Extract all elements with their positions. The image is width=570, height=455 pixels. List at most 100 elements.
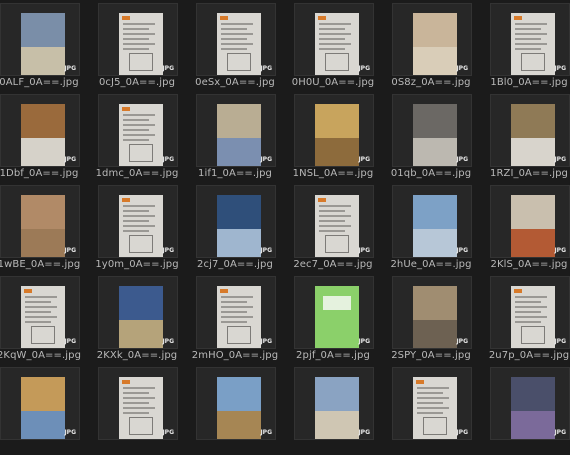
photo-region <box>511 377 555 412</box>
photo-region <box>413 195 457 230</box>
file-tile[interactable]: JPG 1if1_0A==.jpg <box>186 91 284 182</box>
doc-text-line <box>515 301 541 303</box>
doc-text-line <box>123 124 155 126</box>
thumbnail-frame: JPG <box>196 94 276 167</box>
photo-region <box>413 320 457 348</box>
file-name: 1if1_0A==.jpg <box>198 168 272 179</box>
file-tile[interactable]: JPG 1Bl0_0A==.jpg <box>480 0 570 91</box>
photo-region <box>413 138 457 166</box>
doc-sketch <box>129 235 153 253</box>
file-name: 1y0m_0A==.jpg <box>95 259 179 270</box>
file-name: 2cj7_0A==.jpg <box>197 259 273 270</box>
file-type-badge: JPG <box>358 429 370 436</box>
file-tile[interactable]: JPG 2u7p_0A==.jpg <box>480 273 570 364</box>
photo-region <box>413 286 457 321</box>
file-tile[interactable]: JPG <box>0 364 88 455</box>
file-tile[interactable]: JPG 2pjf_0A==.jpg <box>284 273 382 364</box>
doc-text-line <box>515 33 547 35</box>
photo-region <box>217 377 261 412</box>
photo-region <box>21 13 65 48</box>
thumbnail-frame: JPG <box>196 367 276 440</box>
file-tile[interactable]: JPG 0eSx_0A==.jpg <box>186 0 284 91</box>
file-tile[interactable]: JPG 01qb_0A==.jpg <box>382 91 480 182</box>
doc-sketch <box>325 235 349 253</box>
photo-region <box>21 411 65 439</box>
doc-text-line <box>221 48 247 50</box>
file-tile[interactable]: JPG 0ALF_0A==.jpg <box>0 0 88 91</box>
file-type-badge: JPG <box>456 338 468 345</box>
thumbnail-frame: JPG <box>0 367 80 440</box>
thumbnail-frame: JPG <box>490 3 570 76</box>
file-tile[interactable]: JPG <box>480 364 570 455</box>
thumbnail-frame: JPG <box>294 94 374 167</box>
doc-header-mark <box>318 198 326 202</box>
thumbnail-image <box>217 195 261 257</box>
file-tile[interactable]: JPG 2ec7_0A==.jpg <box>284 182 382 273</box>
file-type-badge: JPG <box>358 247 370 254</box>
doc-text-line <box>515 28 541 30</box>
doc-inset-card <box>323 296 351 310</box>
file-tile[interactable]: JPG 1NSL_0A==.jpg <box>284 91 382 182</box>
doc-header-mark <box>514 16 522 20</box>
thumbnail-image <box>21 104 65 166</box>
photo-region <box>119 320 163 348</box>
doc-text-line <box>123 387 155 389</box>
file-tile[interactable]: JPG 2SPY_0A==.jpg <box>382 273 480 364</box>
file-tile[interactable]: JPG 0cJ5_0A==.jpg <box>88 0 186 91</box>
file-tile[interactable]: JPG 2cj7_0A==.jpg <box>186 182 284 273</box>
doc-text-line <box>221 311 247 313</box>
file-tile[interactable]: JPG 1dmc_0A==.jpg <box>88 91 186 182</box>
thumbnail-image <box>217 104 261 166</box>
photo-region <box>511 138 555 166</box>
photo-region <box>21 138 65 166</box>
thumbnail-frame: JPG <box>0 276 80 349</box>
file-tile[interactable]: JPG 2KlS_0A==.jpg <box>480 182 570 273</box>
doc-text-line <box>515 306 547 308</box>
file-tile[interactable]: JPG <box>382 364 480 455</box>
file-tile[interactable]: JPG 2KqW_0A==.jpg <box>0 273 88 364</box>
file-name: 1RZI_0A==.jpg <box>489 168 569 179</box>
photo-region <box>217 411 261 439</box>
thumbnail-image <box>21 286 65 348</box>
file-type-badge: JPG <box>554 429 566 436</box>
file-type-badge: JPG <box>64 429 76 436</box>
photo-region <box>413 104 457 139</box>
file-tile[interactable]: JPG 1wBE_0A==.jpg <box>0 182 88 273</box>
photo-region <box>217 195 261 230</box>
thumbnail-image <box>413 13 457 75</box>
doc-text-line <box>515 296 547 298</box>
file-tile[interactable]: JPG 0S8z_0A==.jpg <box>382 0 480 91</box>
thumbnail-image <box>315 286 359 348</box>
thumbnail-frame: JPG <box>490 276 570 349</box>
file-tile[interactable]: JPG 2KXk_0A==.jpg <box>88 273 186 364</box>
doc-text-line <box>417 402 443 404</box>
doc-text-line <box>417 407 449 409</box>
file-tile[interactable]: JPG <box>284 364 382 455</box>
doc-text-line <box>123 205 155 207</box>
file-name: 0eSx_0A==.jpg <box>195 77 275 88</box>
doc-text-line <box>319 48 345 50</box>
file-tile[interactable]: JPG 1Dbf_0A==.jpg <box>0 91 88 182</box>
doc-text-line <box>25 301 51 303</box>
doc-header-mark <box>24 289 32 293</box>
file-tile[interactable]: JPG 1y0m_0A==.jpg <box>88 182 186 273</box>
doc-text-line <box>515 321 541 323</box>
file-name: 1NSL_0A==.jpg <box>292 168 374 179</box>
file-tile[interactable]: JPG 1RZI_0A==.jpg <box>480 91 570 182</box>
file-type-badge: JPG <box>162 156 174 163</box>
thumbnail-frame: JPG <box>392 94 472 167</box>
thumbnail-image <box>119 104 163 166</box>
file-tile[interactable]: JPG 2mHO_0A==.jpg <box>186 273 284 364</box>
file-type-badge: JPG <box>64 247 76 254</box>
photo-region <box>217 138 261 166</box>
doc-sketch <box>227 326 251 344</box>
doc-text-line <box>319 38 345 40</box>
file-tile[interactable]: JPG 2hUe_0A==.jpg <box>382 182 480 273</box>
file-tile[interactable]: JPG 0H0U_0A==.jpg <box>284 0 382 91</box>
thumbnail-frame: JPG <box>98 276 178 349</box>
thumbnail-frame: JPG <box>0 185 80 258</box>
file-tile[interactable]: JPG <box>186 364 284 455</box>
thumbnail-frame: JPG <box>392 185 472 258</box>
file-tile[interactable]: JPG <box>88 364 186 455</box>
file-type-badge: JPG <box>162 429 174 436</box>
